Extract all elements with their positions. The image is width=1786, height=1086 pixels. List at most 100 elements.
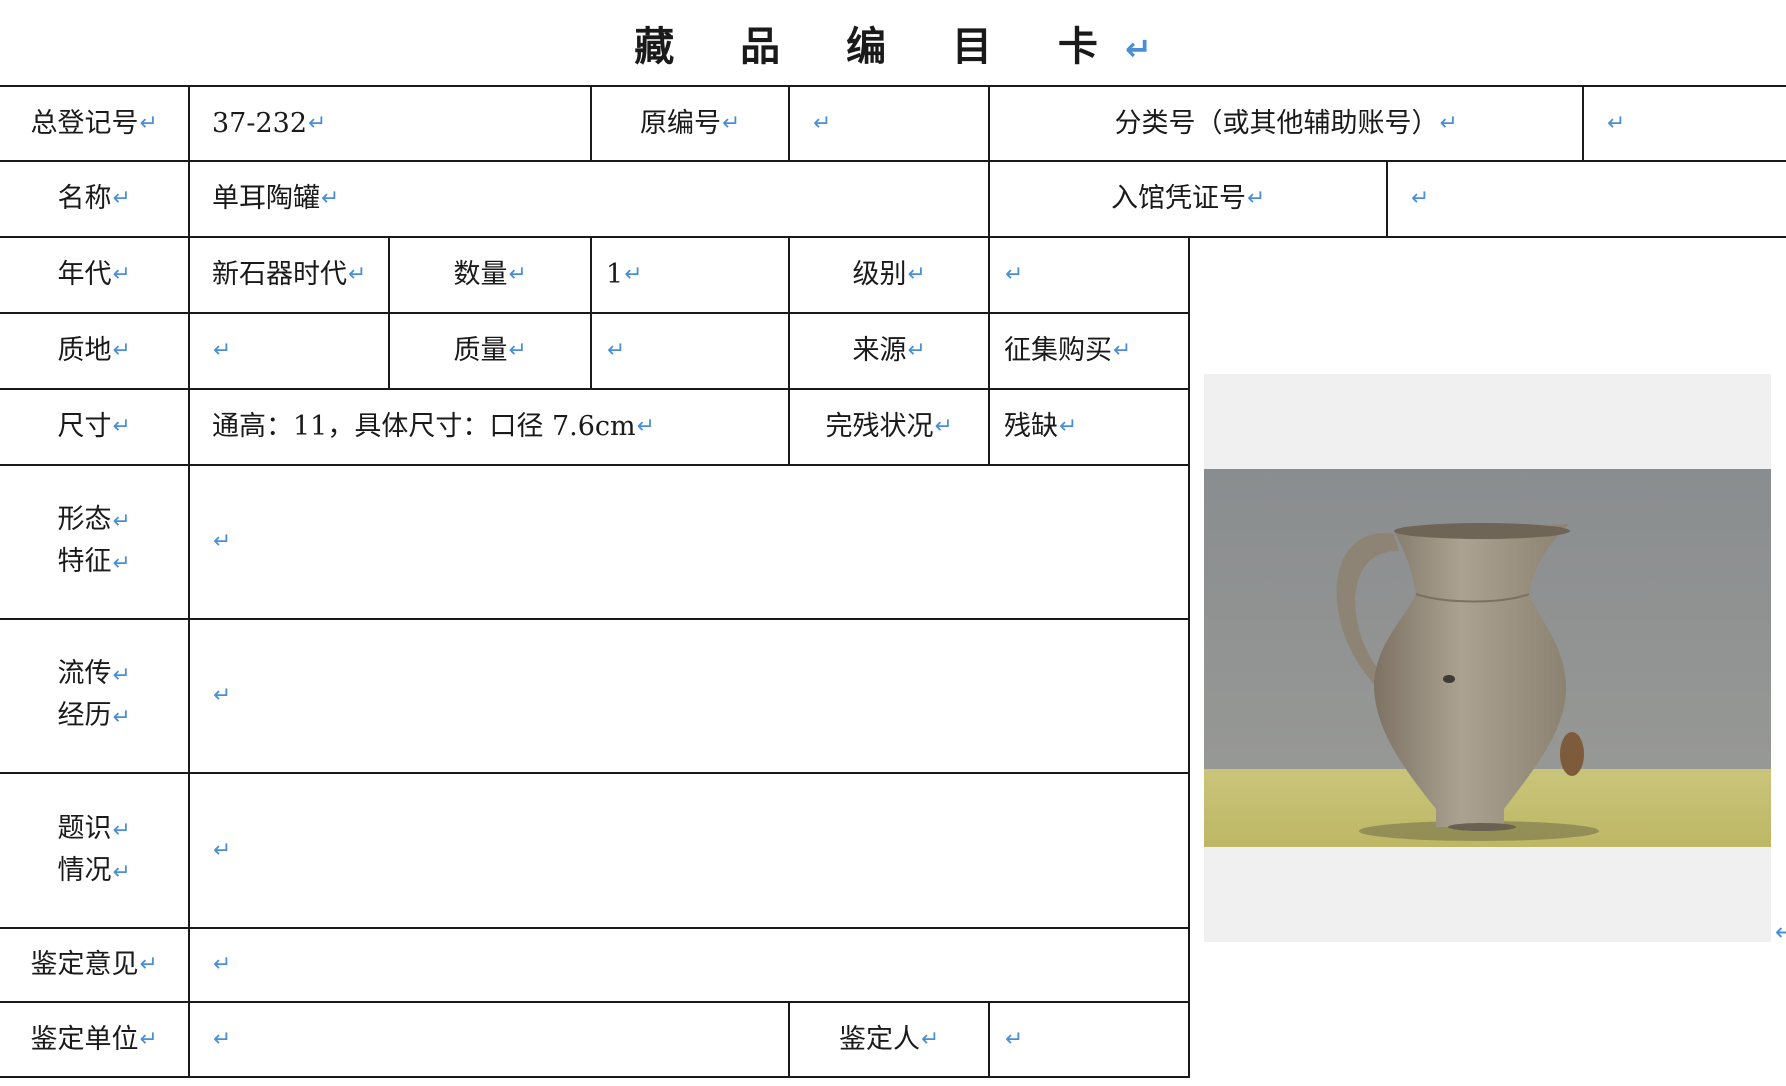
history-value[interactable]: ↵ <box>190 620 1188 772</box>
grade-label: 级别 ↵ <box>790 238 988 312</box>
grade-value[interactable]: ↵ <box>990 238 1188 312</box>
features-label: 形态↵ 特征↵ <box>0 466 188 618</box>
cell-text: 完残状况 <box>825 411 934 442</box>
appraisal-value[interactable]: ↵ <box>190 929 1188 1001</box>
class-no-value[interactable]: ↵ <box>1584 87 1786 160</box>
source-value[interactable]: 征集购买 ↵ <box>990 314 1188 388</box>
weight-label: 质量 ↵ <box>390 314 590 388</box>
paragraph-mark-icon: ↵ <box>1059 414 1078 439</box>
cell-text: 级别 <box>852 259 907 290</box>
history-label: 流传↵ 经历↵ <box>0 620 188 772</box>
paragraph-mark-icon: ↵ <box>112 414 131 439</box>
paragraph-mark-icon: ↵ <box>813 110 832 136</box>
artifact-photo[interactable] <box>1204 469 1771 847</box>
paragraph-mark-icon: ↵ <box>112 859 131 885</box>
cell-text: 37-232 <box>212 107 308 139</box>
paragraph-mark-icon: ↵ <box>508 262 527 287</box>
appraisal-unit-value[interactable]: ↵ <box>190 1003 788 1076</box>
voucher-value[interactable]: ↵ <box>1388 162 1786 236</box>
paragraph-mark-icon: ↵ <box>1607 110 1626 136</box>
material-label: 质地 ↵ <box>0 314 188 388</box>
name-value[interactable]: 单耳陶罐 ↵ <box>190 162 988 236</box>
paragraph-mark-icon: ↵ <box>112 338 131 363</box>
appraisal-unit-label: 鉴定单位 ↵ <box>0 1003 188 1076</box>
era-value[interactable]: 新石器时代 ↵ <box>190 238 388 312</box>
paragraph-mark-icon: ↵ <box>112 551 131 576</box>
paragraph-mark-icon: ↵ <box>1113 338 1132 363</box>
card-title-text: 藏 品 编 目 卡 <box>634 24 1124 70</box>
condition-label: 完残状况 ↵ <box>790 390 988 464</box>
paragraph-mark-icon: ↵ <box>508 338 527 363</box>
cell-text: 题识 <box>57 812 112 844</box>
paragraph-mark-icon: ↵ <box>112 817 131 843</box>
cell-text: 残缺 <box>1004 411 1058 442</box>
cell-text: 单耳陶罐 <box>212 183 320 214</box>
cell-text: 情况 <box>57 854 112 886</box>
inscription-label: 题识↵ 情况↵ <box>0 774 188 927</box>
paragraph-mark-icon: ↵ <box>139 952 158 977</box>
table-border-line <box>1188 236 1190 1077</box>
appraiser-value[interactable]: ↵ <box>990 1003 1188 1076</box>
appraisal-label: 鉴定意见 ↵ <box>0 929 188 1001</box>
condition-value[interactable]: 残缺 ↵ <box>990 390 1188 464</box>
cell-text: 流传 <box>57 658 112 689</box>
cell-text: 名称 <box>57 183 112 214</box>
label-line: 题识↵ <box>57 809 130 851</box>
cell-text: 入馆凭证号 <box>1110 183 1246 214</box>
cell-text: 尺寸 <box>57 411 112 442</box>
cell-text: 形态 <box>57 504 112 535</box>
paragraph-mark-icon: ↵ <box>112 509 131 534</box>
paragraph-mark-icon: ↵ <box>624 262 643 287</box>
paragraph-mark-icon: ↵ <box>721 110 741 136</box>
paragraph-mark-icon: ↵ <box>1246 186 1266 211</box>
paragraph-mark-icon: ↵ <box>213 683 232 708</box>
paragraph-mark-icon: ↵ <box>636 414 655 439</box>
cell-text: 原编号 <box>639 107 721 139</box>
paragraph-mark-icon: ↵ <box>213 529 232 554</box>
paragraph-mark-icon: ↵ <box>112 262 131 287</box>
label-line: 特征↵ <box>57 542 130 584</box>
inscription-value[interactable]: ↵ <box>190 774 1188 927</box>
source-label: 来源 ↵ <box>790 314 988 388</box>
paragraph-mark-icon: ↵ <box>1124 30 1152 68</box>
orig-no-label: 原编号 ↵ <box>592 87 788 160</box>
paragraph-mark-icon: ↵ <box>1775 918 1786 946</box>
cell-text: 1 <box>606 259 624 290</box>
cell-text: 数量 <box>453 259 508 290</box>
appraiser-label: 鉴定人 ↵ <box>790 1003 988 1076</box>
orig-no-value[interactable]: ↵ <box>790 87 988 160</box>
weight-value[interactable]: ↵ <box>592 314 788 388</box>
table-border-line <box>0 1076 1190 1078</box>
paragraph-mark-icon: ↵ <box>139 1026 158 1052</box>
cell-text: 新石器时代 <box>212 259 347 290</box>
paragraph-mark-icon: ↵ <box>112 705 131 730</box>
paragraph-mark-icon: ↵ <box>112 663 131 688</box>
label-line: 经历↵ <box>57 696 130 738</box>
cell-text: 通高：11，具体尺寸：口径 7.6cm <box>212 411 636 442</box>
jar-illustration <box>1204 469 1771 847</box>
paragraph-mark-icon: ↵ <box>1005 262 1024 287</box>
cell-text: 鉴定单位 <box>30 1023 139 1055</box>
cell-text: 年代 <box>57 259 112 290</box>
features-value[interactable]: ↵ <box>190 466 1188 618</box>
cell-text: 来源 <box>852 335 907 366</box>
cell-text: 特征 <box>57 546 112 577</box>
paragraph-mark-icon: ↵ <box>213 952 232 977</box>
paragraph-mark-icon: ↵ <box>308 110 327 136</box>
size-value[interactable]: 通高：11，具体尺寸：口径 7.6cm ↵ <box>190 390 788 464</box>
cell-text: 总登记号 <box>30 107 139 139</box>
qty-value[interactable]: 1 ↵ <box>592 238 788 312</box>
paragraph-mark-icon: ↵ <box>607 338 626 363</box>
size-label: 尺寸 ↵ <box>0 390 188 464</box>
reg-no-value[interactable]: 37-232 ↵ <box>190 87 590 160</box>
paragraph-mark-icon: ↵ <box>348 262 367 287</box>
cell-text: 鉴定人 <box>838 1023 920 1055</box>
paragraph-mark-icon: ↵ <box>112 186 131 211</box>
paragraph-mark-icon: ↵ <box>213 338 232 363</box>
material-value[interactable]: ↵ <box>190 314 388 388</box>
cell-text: 质量 <box>453 335 508 366</box>
cell-text: 经历 <box>57 700 112 731</box>
reg-no-label: 总登记号 ↵ <box>0 87 188 160</box>
paragraph-mark-icon: ↵ <box>1005 1026 1024 1052</box>
paragraph-mark-icon: ↵ <box>907 262 926 287</box>
